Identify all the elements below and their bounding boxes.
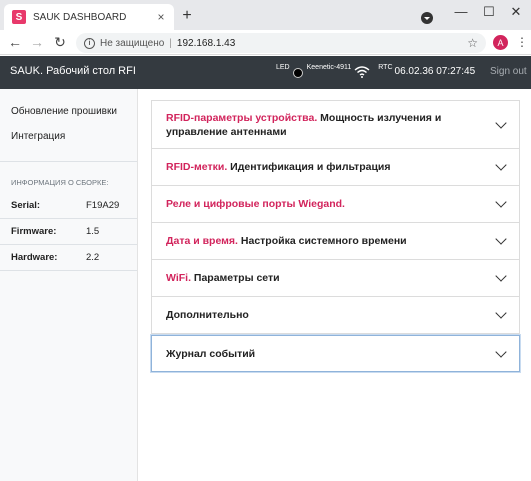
accordion-event-log[interactable]: Журнал событий: [151, 335, 520, 372]
build-value: 2.2: [86, 252, 100, 263]
accordion-accent: Реле и цифровые порты Wiegand.: [166, 198, 345, 210]
bookmark-star-icon[interactable]: ☆: [467, 36, 478, 50]
app-header: SAUK. Рабочий стол RFID LED Keenetic-491…: [0, 56, 531, 89]
url-text[interactable]: 192.168.1.43: [177, 38, 467, 49]
accordion-title: RFID-параметры устройства. Мощность излу…: [166, 111, 489, 139]
sidebar-nav: Обновление прошивки Интеграция: [0, 89, 137, 162]
build-row-firmware: Firmware: 1.5: [0, 219, 137, 245]
chevron-down-icon: [495, 116, 507, 129]
accordion-title: Дата и время. Настройка системного време…: [166, 234, 489, 248]
accordion-accent: RFID-параметры устройства.: [166, 111, 318, 124]
reload-button[interactable]: ↻: [51, 33, 69, 51]
build-row-hardware: Hardware: 2.2: [0, 245, 137, 271]
build-row-serial: Serial: F19A29: [0, 193, 137, 219]
accordion-accent: WiFi.: [166, 272, 191, 284]
accordion-accent: Дата и время.: [166, 235, 238, 247]
profile-avatar[interactable]: A: [493, 35, 508, 50]
build-key: Hardware:: [11, 252, 58, 263]
accordion-wifi[interactable]: WiFi. Параметры сети: [151, 259, 520, 297]
accordion-subtitle: Журнал событий: [166, 347, 256, 360]
accordion-title: Реле и цифровые порты Wiegand.: [166, 197, 489, 211]
accordion-rfid-tags[interactable]: RFID-метки. Идентификация и фильтрация: [151, 148, 520, 186]
tab-search-icon[interactable]: [421, 12, 433, 24]
accordion-title: WiFi. Параметры сети: [166, 271, 489, 285]
accordion-title: Дополнительно: [166, 308, 489, 322]
maximize-button[interactable]: ☐: [478, 4, 500, 20]
build-value: 1.5: [86, 226, 100, 237]
tab-close-icon[interactable]: ×: [154, 10, 168, 24]
chevron-down-icon: [495, 233, 507, 245]
build-key: Firmware:: [11, 226, 57, 237]
sidebar-item-firmware-update[interactable]: Обновление прошивки: [0, 99, 137, 124]
back-button[interactable]: ←: [6, 33, 24, 51]
browser-tabstrip: S SAUK DASHBOARD × + — ☐ ✕: [0, 0, 531, 30]
rtc-datetime: 06.02.36 07:27:45: [394, 66, 476, 77]
tab-title: SAUK DASHBOARD: [33, 11, 127, 23]
browser-toolbar: ← → ↻ i Не защищено | 192.168.1.43 ☆ A ⋮: [0, 30, 531, 55]
rtc-label: RTC: [378, 64, 393, 71]
browser-menu-icon[interactable]: ⋮: [516, 34, 528, 50]
accordion-rfid-params[interactable]: RFID-параметры устройства. Мощность излу…: [151, 100, 520, 149]
build-info-heading: ИНФОРМАЦИЯ О СБОРКЕ:: [11, 178, 109, 187]
chevron-down-icon: [495, 270, 507, 282]
accordion-accent: RFID-метки.: [166, 161, 228, 173]
led-label: LED: [276, 64, 290, 71]
wifi-icon: [354, 66, 370, 78]
accordion-subtitle: Идентификация и фильтрация: [227, 161, 391, 173]
url-separator: |: [169, 37, 172, 49]
brand-title[interactable]: SAUK. Рабочий стол RFID: [10, 65, 135, 77]
signout-link[interactable]: Sign out: [490, 66, 527, 77]
device-status: LED Keenetic-4911 RTC 06.02.36 07:27:45: [276, 64, 475, 78]
address-bar[interactable]: i Не защищено | 192.168.1.43 ☆: [76, 33, 486, 53]
accordion-subtitle: Дополнительно: [166, 309, 249, 321]
accordion-title: Журнал событий: [166, 347, 489, 361]
build-value: F19A29: [86, 200, 120, 211]
security-status[interactable]: Не защищено: [100, 38, 164, 49]
chevron-down-icon: [495, 159, 507, 171]
forward-button[interactable]: →: [28, 33, 46, 51]
accordion-subtitle: Параметры сети: [190, 272, 280, 284]
network-name: Keenetic-4911: [306, 64, 352, 71]
accordion-title: RFID-метки. Идентификация и фильтрация: [166, 160, 489, 174]
sauk-favicon-icon: S: [12, 10, 26, 24]
chevron-down-icon: [495, 345, 507, 358]
settings-accordion: RFID-параметры устройства. Мощность излу…: [151, 100, 520, 372]
sidebar-item-integration[interactable]: Интеграция: [0, 124, 137, 149]
info-icon[interactable]: i: [84, 37, 95, 49]
close-window-button[interactable]: ✕: [505, 4, 527, 20]
sidebar: Обновление прошивки Интеграция ИНФОРМАЦИ…: [0, 89, 138, 481]
accordion-advanced[interactable]: Дополнительно: [151, 296, 520, 334]
accordion-relay-wiegand[interactable]: Реле и цифровые порты Wiegand.: [151, 185, 520, 223]
new-tab-button[interactable]: +: [178, 7, 196, 25]
led-indicator-icon: [292, 68, 303, 78]
chevron-down-icon: [495, 196, 507, 208]
browser-tab[interactable]: S SAUK DASHBOARD ×: [4, 4, 174, 30]
accordion-datetime[interactable]: Дата и время. Настройка системного време…: [151, 222, 520, 260]
accordion-subtitle: Настройка системного времени: [237, 235, 407, 247]
build-key: Serial:: [11, 200, 41, 211]
minimize-button[interactable]: —: [450, 4, 472, 19]
chevron-down-icon: [495, 307, 507, 319]
